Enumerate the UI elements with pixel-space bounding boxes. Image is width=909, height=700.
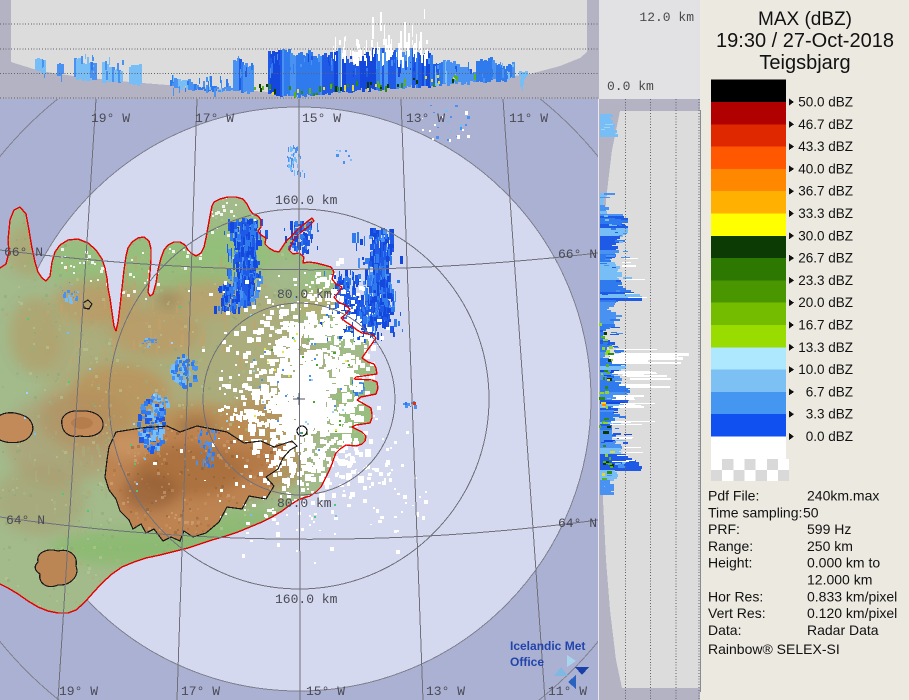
svg-text:15° W: 15° W <box>302 111 341 126</box>
svg-text:Office: Office <box>510 655 544 669</box>
svg-text:13° W: 13° W <box>426 684 465 699</box>
svg-text:17° W: 17° W <box>181 684 220 699</box>
svg-text:160.0 km: 160.0 km <box>275 193 338 208</box>
svg-text:66° N: 66° N <box>558 247 597 262</box>
svg-text:64° N: 64° N <box>6 513 45 528</box>
svg-text:19° W: 19° W <box>91 111 130 126</box>
svg-text:160.0 km: 160.0 km <box>275 592 338 607</box>
svg-text:80.0 km: 80.0 km <box>277 287 332 302</box>
svg-text:11° W: 11° W <box>548 684 587 699</box>
svg-text:80.0 km: 80.0 km <box>277 496 332 511</box>
svg-text:13° W: 13° W <box>406 111 445 126</box>
svg-text:19° W: 19° W <box>59 684 98 699</box>
svg-text:64° N: 64° N <box>558 516 597 531</box>
svg-text:15° W: 15° W <box>306 684 345 699</box>
svg-text:17° W: 17° W <box>195 111 234 126</box>
svg-text:66° N: 66° N <box>4 245 43 260</box>
svg-text:Icelandic Met: Icelandic Met <box>510 639 585 653</box>
svg-text:11° W: 11° W <box>509 111 548 126</box>
